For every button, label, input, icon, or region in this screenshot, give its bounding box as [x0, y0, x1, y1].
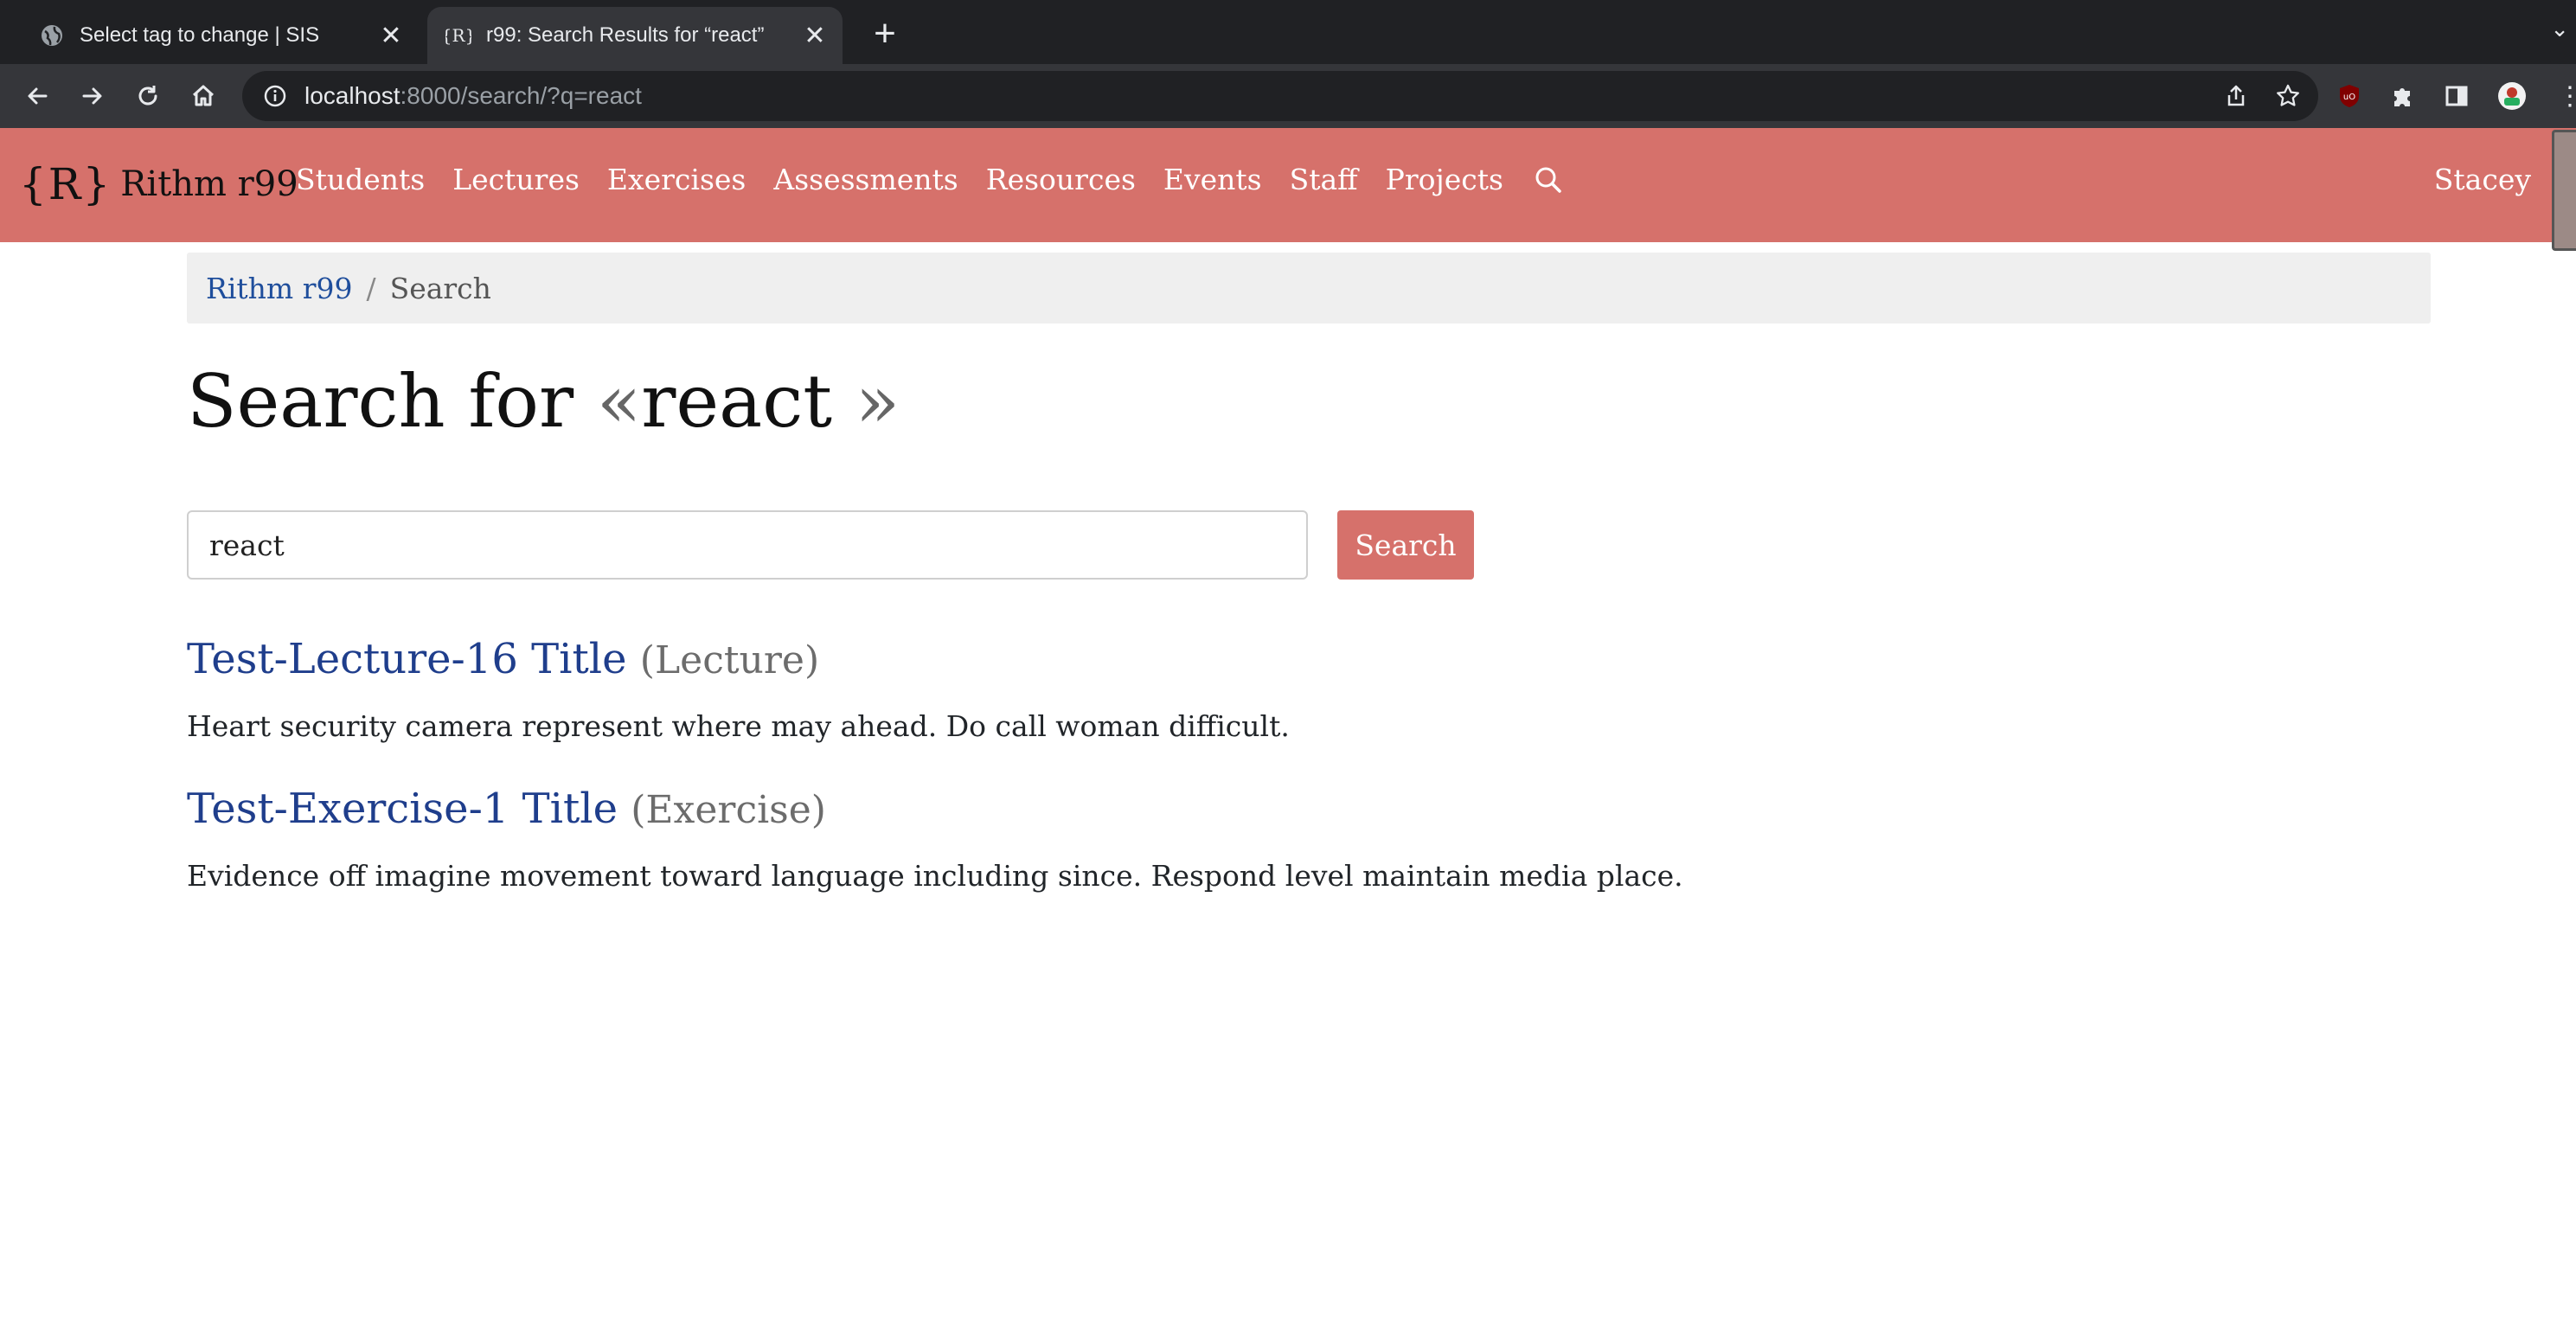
result-description: Heart security camera represent where ma…: [187, 709, 1290, 743]
search-form: Search: [187, 510, 2431, 580]
search-button[interactable]: Search: [1337, 510, 1474, 580]
page-title: Search for «react »: [187, 349, 2431, 453]
new-tab-button[interactable]: +: [863, 12, 907, 55]
puzzle-icon[interactable]: [2389, 82, 2417, 110]
rithm-favicon-icon: {R}: [441, 22, 476, 48]
bookmark-star-icon[interactable]: [2275, 83, 2301, 109]
main-nav: Students Lectures Exercises Assessments …: [296, 163, 1564, 196]
extensions-area: uO ⋮: [2336, 74, 2576, 118]
svg-text:uO: uO: [2343, 93, 2355, 102]
ublock-icon[interactable]: uO: [2336, 82, 2363, 110]
arrow-left-icon: [28, 87, 48, 105]
close-quote: »: [855, 359, 900, 444]
brand-name: Rithm r99: [120, 164, 298, 204]
browser-toolbar: localhost:8000/search/?q=react uO ⋮: [0, 64, 2576, 128]
arrow-right-icon: [82, 87, 102, 105]
site-info-icon[interactable]: [249, 84, 301, 108]
nav-exercises[interactable]: Exercises: [607, 163, 746, 196]
user-menu[interactable]: Stacey: [2434, 163, 2531, 196]
forward-button[interactable]: [71, 74, 114, 118]
address-bar[interactable]: localhost:8000/search/?q=react: [242, 71, 2318, 121]
open-quote: «: [596, 359, 642, 444]
browser-tab-active[interactable]: {R} r99: Search Results for “react” ✕: [427, 7, 843, 64]
home-button[interactable]: [182, 74, 225, 118]
nav-assessments[interactable]: Assessments: [773, 163, 958, 196]
breadcrumb: Rithm r99 / Search: [187, 253, 2431, 324]
result-title: Test-Exercise-1 Title (Exercise): [187, 781, 2431, 838]
search-result: Test-Exercise-1 Title (Exercise) Evidenc…: [187, 781, 2431, 893]
site-navbar: {R} Rithm r99 Students Lectures Exercise…: [0, 128, 2576, 242]
tab-title: Select tag to change | SIS: [80, 23, 320, 47]
result-link[interactable]: Test-Exercise-1 Title: [187, 785, 618, 833]
globe-icon: [35, 23, 69, 48]
reload-button[interactable]: [126, 74, 170, 118]
tab-search-icon[interactable]: ⌄: [2550, 16, 2569, 42]
breadcrumb-current: Search: [389, 271, 491, 305]
nav-staff[interactable]: Staff: [1290, 163, 1358, 196]
browser-menu-icon[interactable]: ⋮: [2557, 81, 2576, 112]
search-term: react: [641, 359, 833, 444]
url-text: localhost:8000/search/?q=react: [304, 82, 642, 110]
title-prefix: Search for: [187, 359, 574, 444]
user-avatar[interactable]: [2552, 130, 2576, 251]
home-icon: [192, 85, 215, 106]
result-link[interactable]: Test-Lecture-16 Title: [187, 635, 627, 683]
profile-avatar-icon[interactable]: [2496, 80, 2528, 112]
browser-tab-inactive[interactable]: Select tag to change | SIS ✕: [21, 7, 419, 64]
breadcrumb-separator: /: [366, 271, 376, 305]
nav-search-icon[interactable]: [1533, 164, 1564, 195]
search-input[interactable]: [187, 510, 1308, 580]
main-content: Rithm r99 / Search Search for «react » S…: [187, 253, 2431, 893]
close-tab-icon[interactable]: ✕: [375, 21, 407, 51]
tab-title: r99: Search Results for “react”: [486, 23, 765, 47]
share-icon[interactable]: [2223, 83, 2249, 109]
close-tab-icon[interactable]: ✕: [799, 21, 830, 51]
result-type: (Lecture): [639, 638, 820, 682]
side-panel-icon[interactable]: [2443, 82, 2470, 110]
back-button[interactable]: [16, 74, 59, 118]
nav-lectures[interactable]: Lectures: [452, 163, 580, 196]
nav-resources[interactable]: Resources: [986, 163, 1136, 196]
reload-icon: [138, 86, 157, 106]
rithm-logo: {R}: [19, 159, 112, 209]
url-path: :8000/search/?q=react: [400, 82, 642, 109]
result-type: (Exercise): [631, 788, 826, 832]
nav-projects[interactable]: Projects: [1386, 163, 1503, 196]
browser-tabstrip: Select tag to change | SIS ✕ {R} r99: Se…: [0, 0, 2576, 64]
search-result: Test-Lecture-16 Title (Lecture) Heart se…: [187, 631, 2431, 743]
url-host: localhost: [304, 82, 400, 109]
nav-events[interactable]: Events: [1163, 163, 1262, 196]
result-description: Evidence off imagine movement toward lan…: [187, 859, 1683, 893]
nav-students[interactable]: Students: [296, 163, 425, 196]
svg-text:{R}: {R}: [445, 25, 471, 46]
breadcrumb-home-link[interactable]: Rithm r99: [206, 272, 352, 305]
brand-link[interactable]: {R} Rithm r99: [19, 154, 298, 215]
result-title: Test-Lecture-16 Title (Lecture): [187, 631, 2431, 689]
